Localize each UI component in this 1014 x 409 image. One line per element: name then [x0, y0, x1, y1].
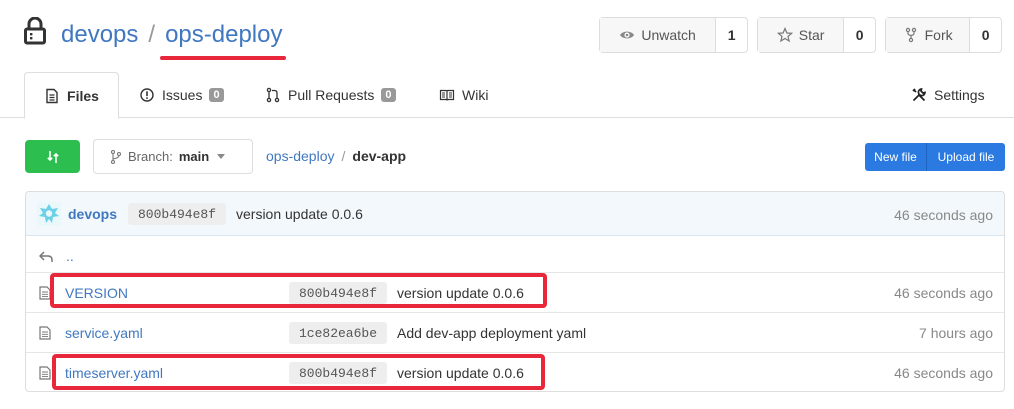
tab-files-label: Files	[67, 87, 99, 104]
tab-issues[interactable]: Issues 0	[139, 72, 224, 118]
star-count[interactable]: 0	[844, 18, 875, 52]
file-name-link[interactable]: service.yaml	[65, 325, 143, 341]
branch-name: main	[178, 149, 210, 164]
compare-icon	[46, 150, 59, 163]
commit-author-link[interactable]: devops	[68, 206, 117, 222]
file-commit-age: 7 hours ago	[919, 325, 993, 341]
unwatch-button[interactable]: Unwatch	[600, 18, 717, 52]
branch-selector[interactable]: Branch: main	[93, 139, 253, 174]
file-icon	[46, 88, 58, 103]
file-icon	[39, 326, 51, 340]
parent-directory-row[interactable]: ..	[26, 236, 1004, 276]
breadcrumb-separator: /	[341, 148, 346, 164]
latest-commit-row: devops 800b494e8f version update 0.0.6 4…	[26, 192, 1004, 236]
eye-icon	[620, 31, 635, 39]
highlight-box-timeserver-row	[52, 354, 545, 390]
commit-age: 46 seconds ago	[894, 207, 993, 223]
repo-owner-link[interactable]: devops	[61, 21, 138, 48]
repo-tabs: Files Issues 0 Pull Requests 0 Wiki Sett…	[0, 72, 1014, 119]
repo-name-link[interactable]: ops-deploy	[165, 21, 282, 48]
file-commit-age: 46 seconds ago	[894, 365, 993, 381]
issue-icon	[140, 88, 154, 102]
repo-title: devops / ops-deploy	[61, 20, 282, 50]
upload-file-button[interactable]: Upload file	[927, 143, 1005, 171]
tab-settings[interactable]: Settings	[911, 72, 985, 118]
repo-header: devops / ops-deploy Unwatch 1 Star 0 For…	[0, 0, 1014, 72]
watch-count[interactable]: 1	[716, 18, 747, 52]
parent-directory-link[interactable]: ..	[66, 248, 74, 264]
tab-wiki-label: Wiki	[462, 87, 489, 103]
tab-settings-label: Settings	[934, 87, 985, 103]
file-icon	[39, 366, 51, 380]
tab-wiki[interactable]: Wiki	[439, 72, 488, 118]
file-toolbar: Branch: main ops-deploy / dev-app New file…	[0, 138, 1014, 174]
fork-button-group: Fork 0	[885, 17, 1002, 53]
level-up-icon	[39, 251, 53, 262]
highlight-box-version-row	[50, 273, 547, 308]
branch-icon	[110, 149, 122, 164]
file-actions-group: New file Upload file	[865, 143, 1005, 171]
fork-count[interactable]: 0	[970, 18, 1001, 52]
breadcrumb-root-link[interactable]: ops-deploy	[266, 148, 335, 164]
star-label: Star	[798, 27, 825, 43]
tab-issues-label: Issues	[162, 87, 203, 103]
pull-requests-count-badge: 0	[381, 88, 396, 102]
commit-message[interactable]: version update 0.0.6	[236, 206, 363, 222]
chevron-down-icon	[217, 154, 226, 159]
file-row: service.yaml 1ce82ea6be Add dev-app depl…	[26, 312, 1004, 352]
file-commit-sha[interactable]: 1ce82ea6be	[289, 322, 388, 344]
breadcrumb-current: dev-app	[352, 148, 407, 164]
compare-button[interactable]	[25, 140, 80, 173]
commit-sha[interactable]: 800b494e8f	[128, 203, 227, 225]
unwatch-label: Unwatch	[641, 27, 696, 43]
settings-icon	[912, 88, 926, 102]
issues-count-badge: 0	[209, 88, 224, 102]
breadcrumb: ops-deploy / dev-app	[266, 148, 406, 164]
fork-icon	[905, 27, 916, 43]
repo-icon	[24, 17, 46, 45]
star-button[interactable]: Star	[758, 18, 845, 52]
pull-request-icon	[266, 87, 280, 103]
new-file-button[interactable]: New file	[865, 143, 927, 171]
avatar[interactable]	[37, 202, 61, 226]
watch-button-group: Unwatch 1	[599, 17, 748, 53]
tab-pull-requests-label: Pull Requests	[288, 87, 375, 103]
branch-prefix: Branch:	[128, 149, 173, 164]
star-icon	[776, 27, 793, 43]
wiki-icon	[439, 89, 455, 101]
repo-title-separator: /	[148, 21, 156, 48]
file-commit-message[interactable]: Add dev-app deployment yaml	[397, 325, 586, 341]
file-commit-age: 46 seconds ago	[894, 285, 993, 301]
repo-name-highlight-underline	[160, 56, 286, 60]
star-button-group: Star 0	[757, 17, 876, 53]
fork-button[interactable]: Fork	[886, 18, 971, 52]
fork-label: Fork	[924, 27, 953, 43]
tab-files[interactable]: Files	[24, 72, 119, 119]
tab-pull-requests[interactable]: Pull Requests 0	[265, 72, 396, 118]
